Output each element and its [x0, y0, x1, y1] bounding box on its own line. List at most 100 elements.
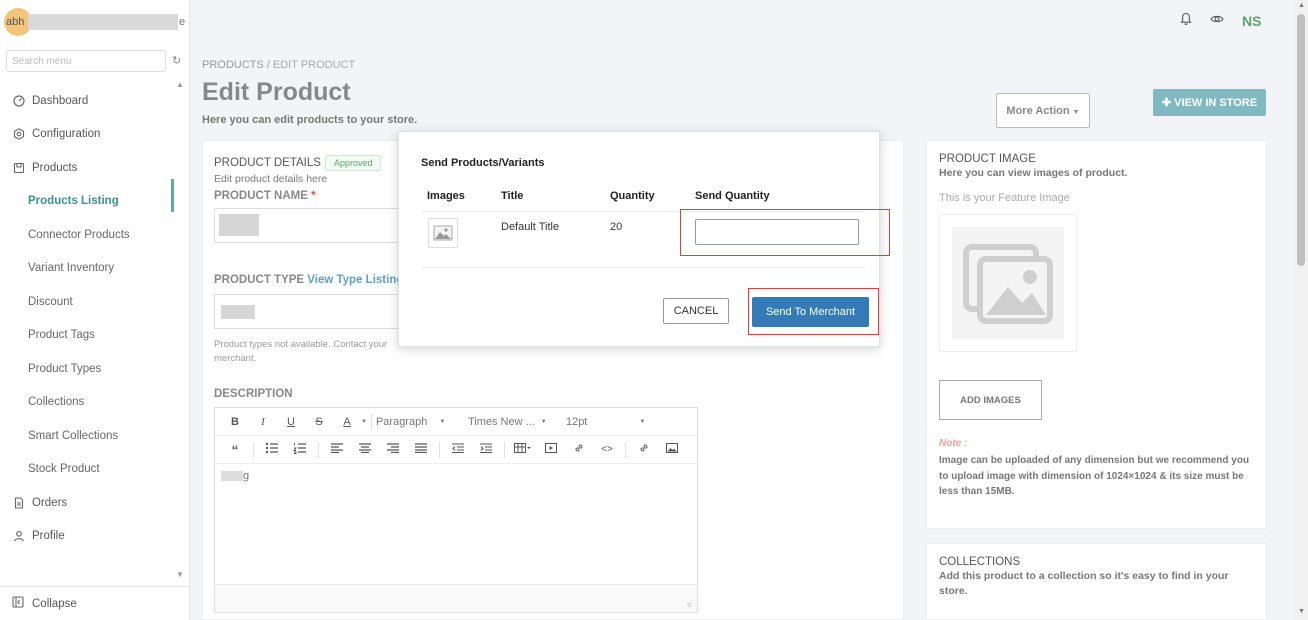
sidebar-nav: Dashboard Configuration Products Product…: [0, 84, 180, 553]
resize-handle-icon[interactable]: ≑: [686, 600, 693, 609]
product-type-label-text: PRODUCT TYPE: [214, 274, 305, 286]
sidebar-item-discount[interactable]: Discount: [0, 285, 180, 319]
breadcrumb-current: EDIT PRODUCT: [272, 59, 356, 71]
product-type-input[interactable]: [214, 294, 404, 329]
breadcrumb: PRODUCTS / EDIT PRODUCT: [202, 59, 355, 71]
view-in-store-button[interactable]: ✚ VIEW IN STORE: [1153, 89, 1266, 116]
sidebar-item-label: Smart Collections: [28, 429, 119, 442]
scrollbar-thumb[interactable]: [1297, 14, 1305, 266]
sidebar-item-product-tags[interactable]: Product Tags: [0, 319, 180, 353]
sidebar-item-configuration[interactable]: Configuration: [0, 118, 180, 152]
font-size-select-value: 12pt: [565, 415, 588, 428]
strikethrough-icon[interactable]: S: [305, 416, 333, 428]
insert-image-icon[interactable]: [658, 443, 686, 456]
add-images-button[interactable]: ADD IMAGES: [939, 380, 1042, 420]
bullet-list-icon[interactable]: [258, 442, 286, 457]
insert-link-icon[interactable]: [630, 442, 658, 457]
search-menu-input[interactable]: [6, 50, 166, 72]
product-image-subtitle: Here you can view images of product.: [939, 167, 1128, 179]
avatar-initials: abh: [6, 16, 25, 28]
chevron-down-icon: ▼: [540, 418, 547, 425]
content-redacted: [221, 471, 243, 482]
sidebar-item-profile[interactable]: Profile: [0, 520, 180, 554]
user-brand[interactable]: abh e: [4, 8, 185, 36]
format-select-value: Paragraph: [375, 415, 428, 428]
sidebar-item-label: Variant Inventory: [28, 262, 115, 275]
view-type-listing-link[interactable]: View Type Listing: [307, 274, 403, 286]
product-type-redacted: [221, 305, 255, 319]
sidebar-item-dashboard[interactable]: Dashboard: [0, 84, 180, 118]
sidebar-item-products-listing[interactable]: Products Listing: [0, 185, 180, 219]
product-type-hint: Product types not available. Contact you…: [214, 339, 388, 364]
breadcrumb-root[interactable]: PRODUCTS: [202, 59, 264, 71]
indent-icon[interactable]: [472, 443, 500, 456]
status-badge: Approved: [324, 155, 382, 171]
page-scrollbar[interactable]: ▲ ▼: [1294, 0, 1308, 620]
toolbar-divider: [439, 441, 440, 458]
view-in-store-label: VIEW IN STORE: [1174, 97, 1258, 109]
modal-title: Send Products/Variants: [421, 157, 545, 169]
sidebar-item-connector-products[interactable]: Connector Products: [0, 218, 180, 252]
font-size-select[interactable]: 12pt ▼: [566, 416, 656, 428]
product-details-heading: PRODUCT DETAILS Approved: [214, 155, 382, 171]
align-justify-icon[interactable]: [407, 443, 435, 456]
collapse-button[interactable]: Collapse: [0, 586, 190, 620]
sidebar-item-stock-product[interactable]: Stock Product: [0, 453, 180, 487]
numbered-list-icon[interactable]: [286, 442, 314, 457]
text-color-caret-icon[interactable]: ▼: [361, 419, 367, 425]
sidebar-item-orders[interactable]: Orders: [0, 486, 180, 520]
dashboard-icon: [12, 94, 26, 108]
description-editor: B I U S A ▼ Paragraph ▼ Times New ... ▼ 12…: [214, 407, 698, 613]
product-image-title: PRODUCT IMAGE: [939, 153, 1036, 165]
image-placeholder-icon: [952, 227, 1064, 339]
text-color-icon[interactable]: A: [333, 416, 361, 428]
underline-icon[interactable]: U: [277, 416, 305, 428]
send-products-modal: Send Products/Variants Images Title Quan…: [398, 131, 890, 347]
code-icon[interactable]: <>: [593, 444, 621, 455]
editor-toolbar-row-1: B I U S A ▼ Paragraph ▼ Times New ... ▼ 12…: [215, 408, 697, 436]
feature-image-text: This is your Feature Image: [939, 192, 1070, 204]
link-icon[interactable]: [565, 442, 593, 457]
more-action-button[interactable]: More Action ▼: [996, 93, 1090, 128]
collapse-icon: [12, 596, 24, 611]
italic-icon[interactable]: I: [249, 416, 277, 428]
align-center-icon[interactable]: [351, 443, 379, 456]
feature-image[interactable]: [939, 214, 1077, 352]
refresh-icon[interactable]: ↻: [172, 54, 181, 67]
product-name-label-text: PRODUCT NAME: [214, 190, 308, 202]
scroll-up-icon[interactable]: ▲: [1298, 2, 1305, 9]
eye-icon[interactable]: [1210, 12, 1224, 29]
media-icon[interactable]: [537, 443, 565, 456]
font-select[interactable]: Times New ... ▼: [468, 416, 566, 428]
sidebar-item-variant-inventory[interactable]: Variant Inventory: [0, 252, 180, 286]
bell-icon[interactable]: [1180, 12, 1192, 29]
sidebar-item-product-types[interactable]: Product Types: [0, 352, 180, 386]
table-icon[interactable]: [509, 443, 537, 456]
sidebar-item-label: Orders: [32, 496, 68, 509]
user-initials[interactable]: NS: [1242, 13, 1261, 29]
outdent-icon[interactable]: [444, 443, 472, 456]
cancel-button[interactable]: CANCEL: [663, 298, 729, 324]
toolbar-divider: [318, 441, 319, 458]
sidebar-item-smart-collections[interactable]: Smart Collections: [0, 419, 180, 453]
sidebar-item-label: Product Types: [28, 362, 102, 375]
scroll-down-icon[interactable]: ▼: [1298, 608, 1305, 615]
blockquote-icon[interactable]: “: [221, 442, 249, 458]
sidebar-scroll-down-icon[interactable]: ▼: [176, 570, 184, 579]
format-select[interactable]: Paragraph ▼: [376, 416, 468, 428]
collections-subtitle: Add this product to a collection so it's…: [939, 570, 1229, 597]
align-right-icon[interactable]: [379, 443, 407, 456]
page-subtitle: Here you can edit products to your store…: [202, 114, 418, 126]
editor-content[interactable]: g: [221, 470, 249, 482]
sidebar-item-label: Collections: [28, 396, 85, 409]
sidebar-item-products[interactable]: Products: [0, 151, 180, 185]
variant-title: Default Title: [501, 221, 560, 233]
product-details-title: PRODUCT DETAILS: [214, 157, 321, 170]
sidebar-item-collections[interactable]: Collections: [0, 386, 180, 420]
description-label: DESCRIPTION: [214, 388, 293, 400]
align-left-icon[interactable]: [323, 443, 351, 456]
product-name-input[interactable]: [214, 208, 404, 243]
bold-icon[interactable]: B: [221, 416, 249, 428]
collections-title: COLLECTIONS: [939, 556, 1021, 568]
breadcrumb-separator: /: [263, 59, 273, 71]
